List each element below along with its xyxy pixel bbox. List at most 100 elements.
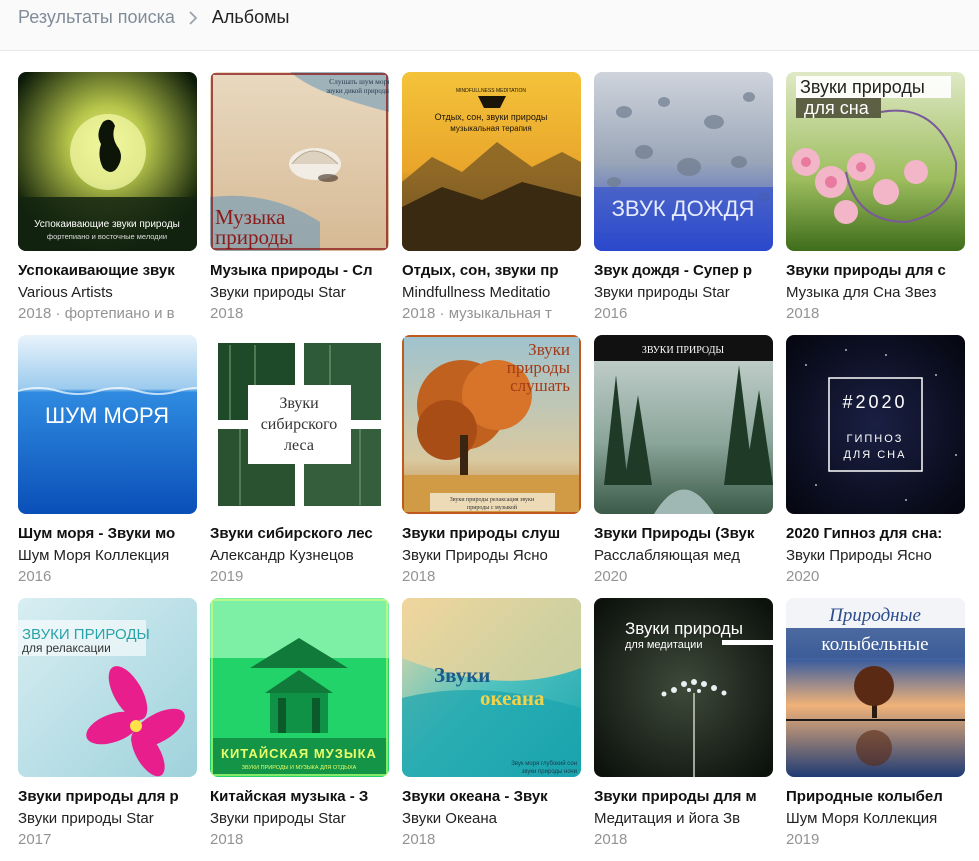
album-cover[interactable]: #2020 ГИПНОЗ ДЛЯ СНА (786, 335, 965, 514)
cover-text: Слушать шум моря (329, 77, 389, 86)
album-cover[interactable]: ЗВУКИ ПРИРОДЫ для релаксации (18, 598, 197, 777)
album-artist[interactable]: Александр Кузнецов (210, 547, 389, 565)
cover-subtext: фортепиано и восточные мелодии (47, 232, 167, 241)
cover-text: леса (284, 437, 314, 454)
album-artist[interactable]: Шум Моря Коллекция (786, 810, 965, 828)
album-artist[interactable]: Звуки Океана (402, 810, 581, 828)
album-title[interactable]: Звуки природы для м (594, 788, 773, 806)
album-title[interactable]: Звуки природы слуш (402, 525, 581, 543)
album-title[interactable]: Природные колыбел (786, 788, 965, 806)
cover-text: КИТАЙСКАЯ МУЗЫКА (221, 746, 377, 761)
album-meta: 2020 (594, 568, 628, 585)
album-cover[interactable]: ЗВУКИ ПРИРОДЫ (594, 335, 773, 514)
album-artist[interactable]: Звуки Природы Ясно (402, 547, 581, 565)
album-card[interactable]: Звуки природы для медитации Звуки природ… (594, 598, 773, 861)
album-cover[interactable]: Звуки сибирского леса (210, 335, 389, 514)
album-artist[interactable]: Шум Моря Коллекция (18, 547, 197, 565)
album-meta: 2018 (210, 831, 244, 848)
album-card[interactable]: MINDFULLNESS MEDITATION Отдых, сон, звук… (402, 72, 581, 335)
album-artist[interactable]: Звуки природы Star (210, 810, 389, 828)
album-card[interactable]: Звуки природы для сна Звуки природы для … (786, 72, 965, 335)
album-title[interactable]: Звук дождя - Супер р (594, 262, 773, 280)
album-card[interactable]: ЗВУКИ ПРИРОДЫ Звуки Природы (Звук Рассла… (594, 335, 773, 598)
breadcrumb-search-results-link[interactable]: Результаты поиска (18, 7, 175, 28)
cover-text: ЗВУКИ ПРИРОДЫ (642, 345, 725, 356)
album-cover[interactable]: ЗВУК ДОЖДЯ (594, 72, 773, 251)
album-title[interactable]: 2020 Гипноз для сна: (786, 525, 965, 543)
album-meta: 2018 (402, 831, 436, 848)
album-meta: 2016 (18, 568, 52, 585)
album-card[interactable]: Слушать шум моря звуки дикой природы Муз… (210, 72, 389, 335)
album-cover[interactable]: Слушать шум моря звуки дикой природы Муз… (210, 72, 389, 251)
album-title[interactable]: Шум моря - Звуки мо (18, 525, 197, 543)
cover-text: Звуки (279, 395, 319, 412)
album-meta: 2018 (210, 305, 244, 322)
album-title[interactable]: Звуки природы для р (18, 788, 197, 806)
cover-text: Звуки природы (625, 619, 743, 638)
album-card[interactable]: #2020 ГИПНОЗ ДЛЯ СНА 2020 Гипноз для сна… (786, 335, 965, 598)
album-artist[interactable]: Звуки природы Star (210, 284, 389, 302)
album-title[interactable]: Звуки океана - Звук (402, 788, 581, 806)
album-title[interactable]: Отдых, сон, звуки пр (402, 262, 581, 280)
album-card[interactable]: ЗВУКИ ПРИРОДЫ для релаксации Звуки приро… (18, 598, 197, 861)
cover-text: #2020 (842, 392, 907, 412)
album-artist[interactable]: Расслабляющая мед (594, 547, 773, 565)
cover-text: природы с музыкой (467, 504, 518, 511)
cover-text: Звук моря глубокий сон (511, 760, 577, 767)
album-card[interactable]: Природные колыбельные Природные колыбел … (786, 598, 965, 861)
cover-text: сибирского (261, 416, 338, 433)
albums-row: ШУМ МОРЯ Шум моря - Звуки мо Шум Моря Ко… (18, 335, 965, 598)
album-meta: 2018 (786, 305, 820, 322)
album-title[interactable]: Звуки сибирского лес (210, 525, 389, 543)
album-title[interactable]: Китайская музыка - З (210, 788, 389, 806)
cover-text: звуки дикой природы (326, 87, 389, 95)
album-artist[interactable]: Звуки Природы Ясно (786, 547, 965, 565)
album-cover[interactable]: Звуки природы для медитации (594, 598, 773, 777)
album-artist[interactable]: Музыка для Сна Звез (786, 284, 965, 302)
cover-text: музыкальная терапия (450, 124, 531, 133)
album-artist[interactable]: Медитация и йога Зв (594, 810, 773, 828)
album-cover[interactable]: ШУМ МОРЯ (18, 335, 197, 514)
album-cover[interactable]: Звуки природы слушать Звуки природы рела… (402, 335, 581, 514)
cover-text: океана (480, 686, 545, 710)
album-title[interactable]: Звуки природы для с (786, 262, 965, 280)
cover-logo-text: MINDFULLNESS MEDITATION (456, 88, 526, 94)
cover-text: для медитации (625, 639, 702, 651)
album-meta: 2019 (210, 568, 244, 585)
album-cover[interactable]: Успокаивающие звуки природы фортепиано и… (18, 72, 197, 251)
album-cover[interactable]: Звуки природы для сна (786, 72, 965, 251)
album-meta: 2018 · фортепиано и в (18, 305, 175, 322)
cover-text: ШУМ МОРЯ (45, 403, 169, 428)
chevron-right-icon (189, 10, 198, 25)
album-card[interactable]: Звуки природы слушать Звуки природы рела… (402, 335, 581, 598)
album-card[interactable]: ШУМ МОРЯ Шум моря - Звуки мо Шум Моря Ко… (18, 335, 197, 598)
album-artist[interactable]: Various Artists (18, 284, 197, 302)
album-title[interactable]: Музыка природы - Сл (210, 262, 389, 280)
album-cover[interactable]: Звуки океана Звук моря глубокий сон звук… (402, 598, 581, 777)
album-artist[interactable]: Звуки природы Star (594, 284, 773, 302)
albums-row: Успокаивающие звуки природы фортепиано и… (18, 72, 965, 335)
album-card[interactable]: Звуки сибирского леса Звуки сибирского л… (210, 335, 389, 598)
album-artist[interactable]: Звуки природы Star (18, 810, 197, 828)
albums-row: ЗВУКИ ПРИРОДЫ для релаксации Звуки приро… (18, 598, 965, 861)
cover-text: Успокаивающие звуки природы (34, 219, 180, 230)
album-card[interactable]: Успокаивающие звуки природы фортепиано и… (18, 72, 197, 335)
album-meta: 2017 (18, 831, 52, 848)
album-cover[interactable]: MINDFULLNESS MEDITATION Отдых, сон, звук… (402, 72, 581, 251)
cover-text: Звуки природы (800, 77, 925, 97)
album-artist[interactable]: Mindfullness Meditatio (402, 284, 581, 302)
cover-text: Звуки природы релаксация звуки (450, 497, 535, 503)
album-card[interactable]: Звуки океана Звук моря глубокий сон звук… (402, 598, 581, 861)
cover-text: для сна (804, 98, 870, 118)
album-cover[interactable]: Природные колыбельные (786, 598, 965, 777)
album-title[interactable]: Звуки Природы (Звук (594, 525, 773, 543)
page-header: Результаты поиска Альбомы (0, 0, 979, 51)
album-cover[interactable]: КИТАЙСКАЯ МУЗЫКА ЗВУКИ ПРИРОДЫ И МУЗЫКА … (210, 598, 389, 777)
cover-text: ЗВУКИ ПРИРОДЫ И МУЗЫКА ДЛЯ ОТДЫХА (242, 765, 357, 771)
albums-grid: Успокаивающие звуки природы фортепиано и… (18, 72, 965, 861)
album-meta: 2019 (786, 831, 820, 848)
album-card[interactable]: ЗВУК ДОЖДЯ Звук дождя - Супер р Звуки пр… (594, 72, 773, 335)
cover-text: колыбельные (821, 634, 928, 655)
album-card[interactable]: КИТАЙСКАЯ МУЗЫКА ЗВУКИ ПРИРОДЫ И МУЗЫКА … (210, 598, 389, 861)
album-title[interactable]: Успокаивающие звук (18, 262, 197, 280)
